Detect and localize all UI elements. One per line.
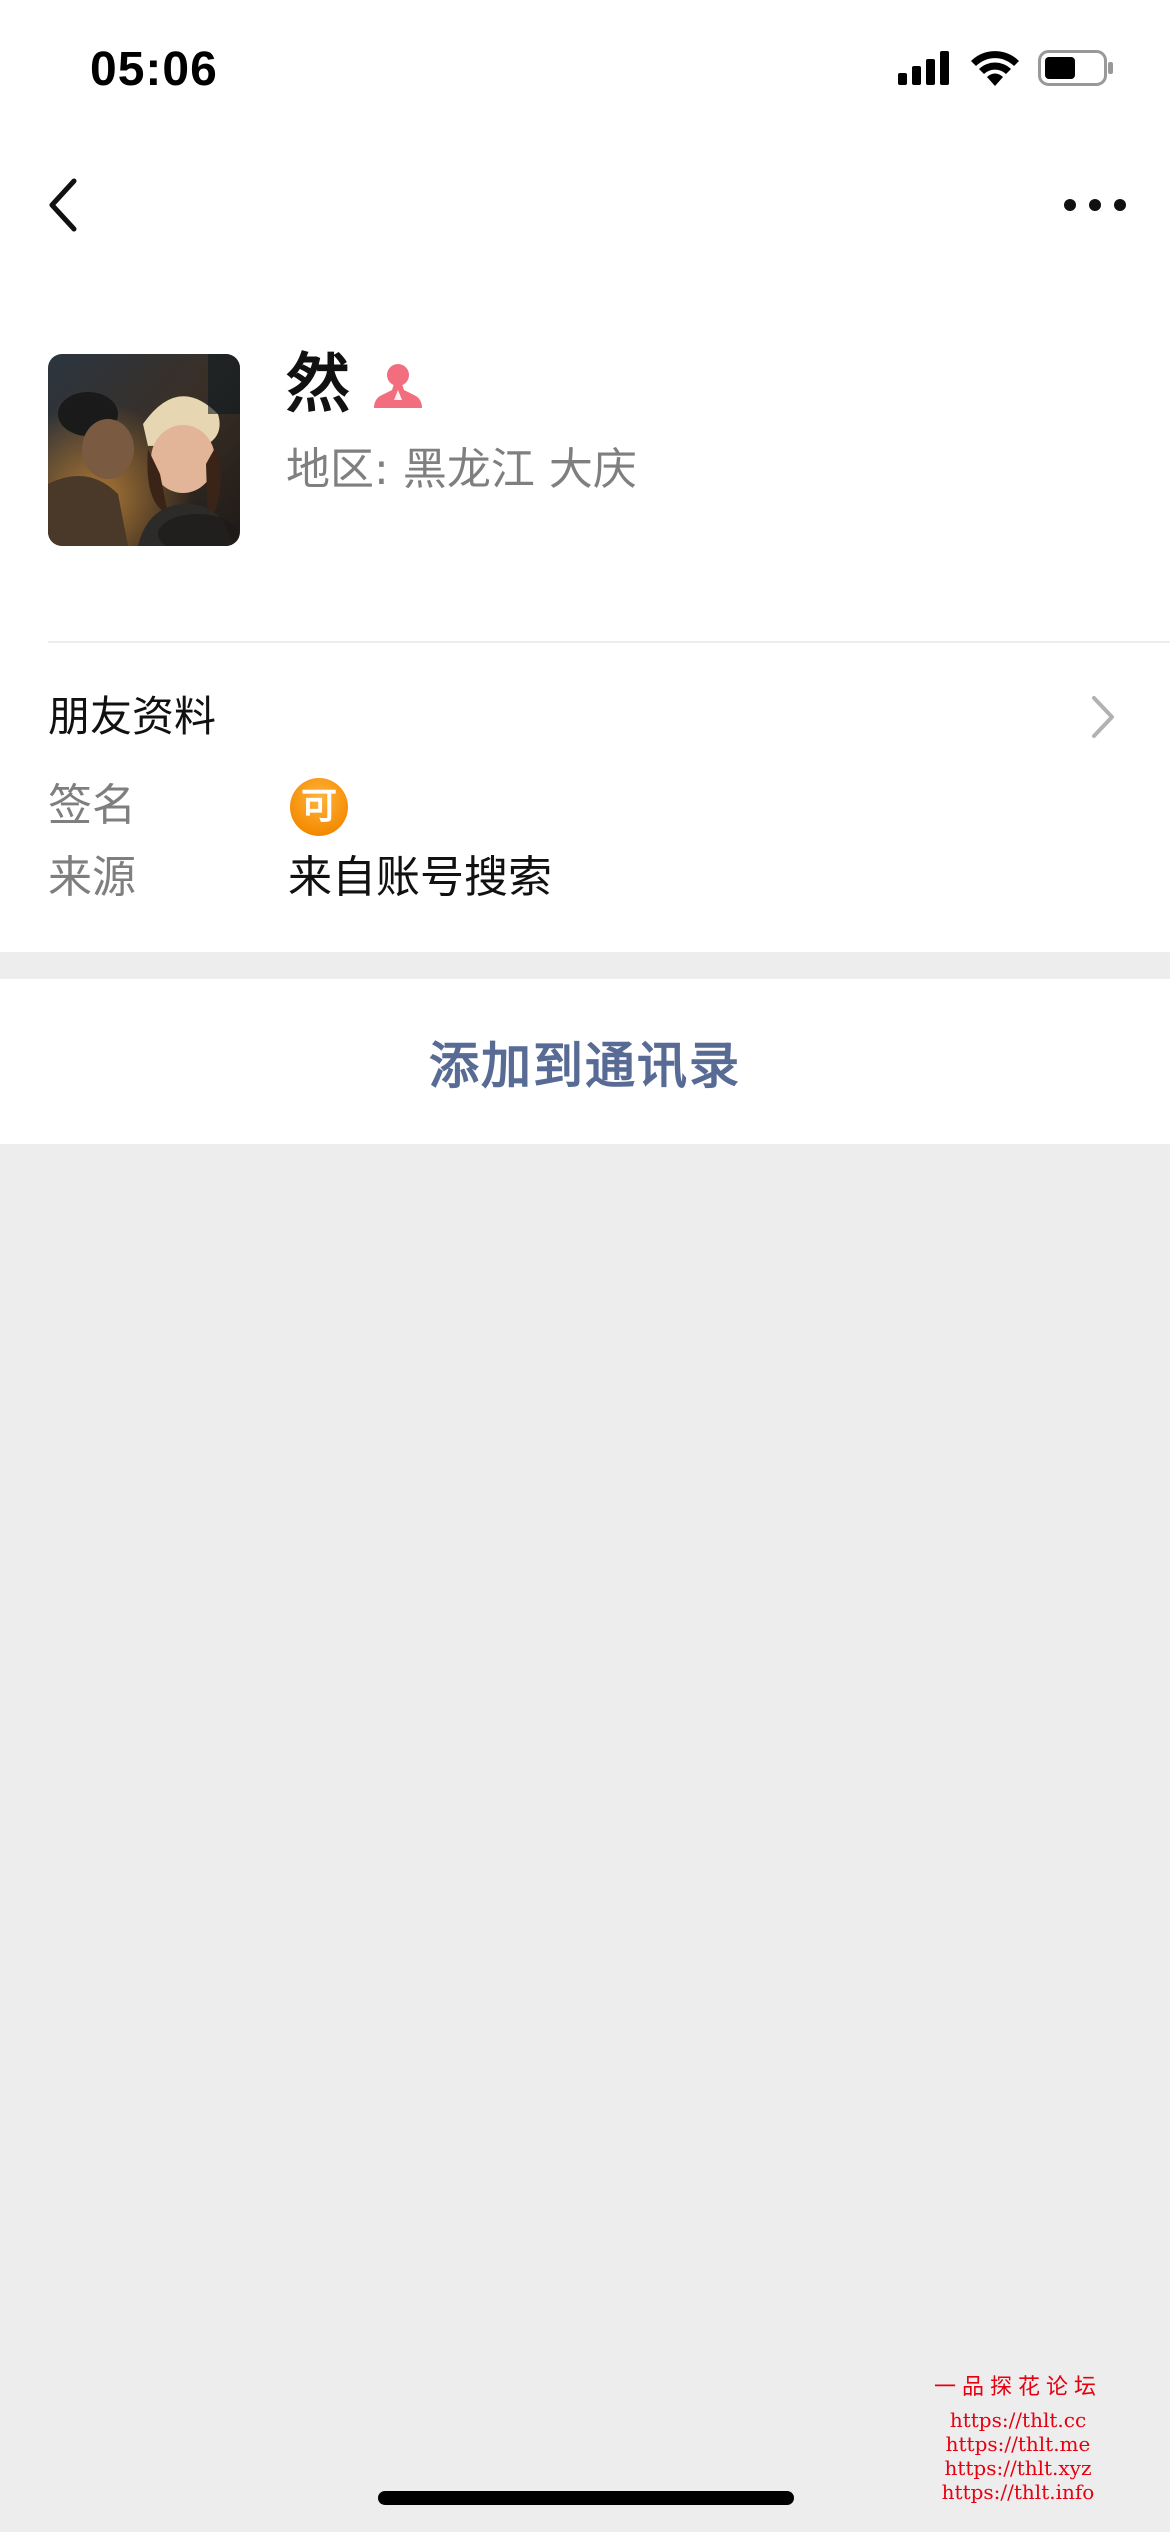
friend-info-title[interactable]: 朋友资料 <box>48 688 216 746</box>
more-dots-icon <box>1064 199 1126 211</box>
status-icons <box>898 50 1114 86</box>
female-icon <box>374 364 422 408</box>
watermark-url: https://thlt.xyz <box>944 2456 1092 2480</box>
watermark: 一品探花论坛 https://thlt.cc https://thlt.me h… <box>933 2375 1102 2505</box>
region-label: 地区: <box>286 444 389 495</box>
watermark-url: https://thlt.me <box>945 2432 1091 2456</box>
wifi-icon <box>971 51 1019 86</box>
source-value: 来自账号搜索 <box>288 852 552 903</box>
avatar[interactable] <box>48 354 240 546</box>
watermark-title: 一品探花论坛 <box>933 2375 1102 2400</box>
signature-badge: 可 <box>290 778 348 836</box>
region-value: 黑龙江 大庆 <box>402 444 637 495</box>
watermark-url: https://thlt.cc <box>949 2408 1087 2432</box>
region-row: 地区: 黑龙江 大庆 <box>286 440 637 500</box>
back-button[interactable] <box>40 175 90 235</box>
add-to-contacts-label: 添加到通讯录 <box>429 1036 741 1095</box>
watermark-url: https://thlt.info <box>941 2480 1095 2504</box>
profile-name: 然 <box>286 348 350 422</box>
add-to-contacts-button[interactable]: 添加到通讯录 <box>0 979 1170 1144</box>
source-label: 来源 <box>48 852 136 903</box>
chevron-right-icon[interactable] <box>1088 694 1118 740</box>
avatar-photo <box>48 354 240 546</box>
battery-icon <box>1038 50 1113 86</box>
more-button[interactable] <box>1060 190 1130 220</box>
signature-label: 签名 <box>48 780 136 831</box>
cellular-signal-icon <box>898 51 949 85</box>
divider <box>48 641 1170 643</box>
status-time: 05:06 <box>90 43 218 96</box>
home-indicator[interactable] <box>378 2491 794 2505</box>
chevron-left-icon <box>49 178 77 232</box>
